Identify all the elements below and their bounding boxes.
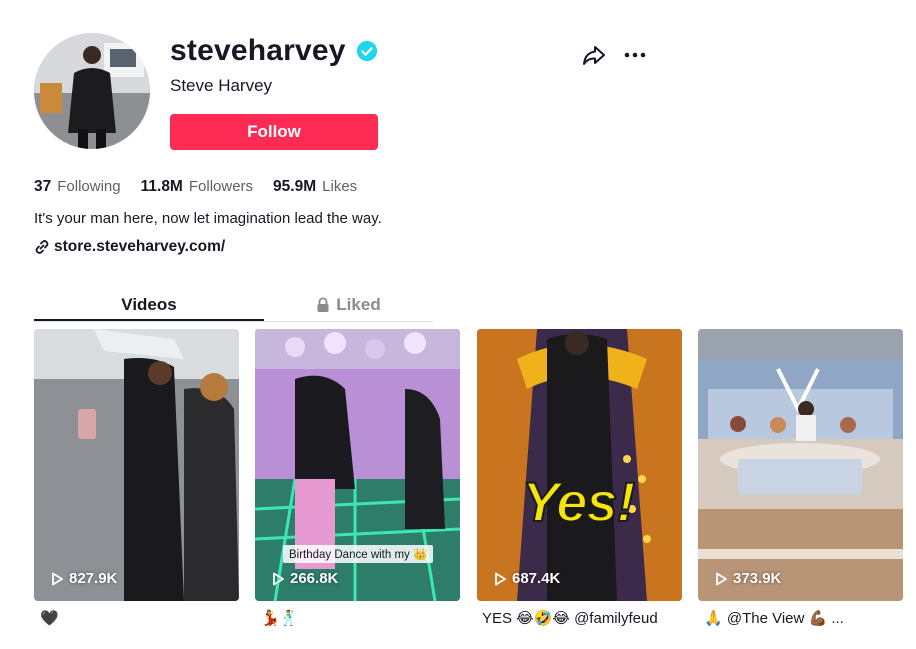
video-views: 827.9K [50, 570, 117, 587]
tab-videos-label: Videos [121, 294, 177, 314]
followers-label: Followers [188, 178, 254, 195]
video-caption[interactable]: 🙏 @The View 💪🏾 ... [704, 609, 844, 627]
share-icon[interactable] [581, 42, 607, 68]
stat-likes: 95.9M Likes [273, 178, 357, 196]
stat-following[interactable]: 37 Following [34, 178, 121, 196]
following-count: 37 [34, 178, 52, 195]
active-tab-indicator [34, 319, 264, 321]
video-views-count: 266.8K [290, 570, 339, 587]
video-views-count: 373.9K [733, 570, 782, 587]
video-caption[interactable]: 💃🕺 [261, 609, 298, 627]
verified-icon [356, 40, 377, 62]
stat-followers[interactable]: 11.8M Followers [141, 178, 253, 196]
likes-count: 95.9M [273, 178, 317, 195]
video-caption[interactable]: 🖤 [40, 609, 59, 627]
play-icon [716, 572, 727, 585]
link-icon [35, 240, 49, 254]
likes-label: Likes [322, 178, 358, 195]
video-caption[interactable]: YES 😂🤣😂 @familyfeud [482, 609, 658, 627]
video-card[interactable]: Birthday Dance with my 👑 266.8K [255, 329, 460, 601]
follow-button[interactable]: Follow [170, 114, 378, 150]
play-icon [273, 572, 284, 585]
video-card[interactable]: Yes! 687.4K [477, 329, 682, 601]
video-overlay-text: Birthday Dance with my 👑 [283, 545, 434, 563]
video-thumbnail [477, 329, 682, 601]
video-views-count: 827.9K [69, 570, 118, 587]
tab-liked[interactable]: Liked [264, 288, 433, 321]
followers-count: 11.8M [140, 178, 183, 195]
video-thumbnail [34, 329, 239, 601]
video-views: 266.8K [271, 570, 338, 587]
play-icon [52, 572, 63, 585]
profile-tabs: Videos Liked [34, 288, 433, 322]
profile-stats: 37 Following 11.8M Followers 95.9M Likes [34, 178, 357, 196]
profile-username: steveharvey [170, 34, 346, 67]
profile-bio: It's your man here, now let imagination … [34, 210, 382, 227]
video-thumbnail [698, 329, 903, 601]
tab-liked-label: Liked [336, 294, 381, 314]
video-views-count: 687.4K [512, 570, 561, 587]
video-views: 373.9K [714, 570, 781, 587]
profile-link-text: store.steveharvey.com/ [54, 238, 226, 255]
following-label: Following [57, 178, 121, 195]
avatar[interactable] [34, 33, 150, 149]
more-icon[interactable] [622, 42, 648, 68]
video-card[interactable]: 373.9K [698, 329, 903, 601]
profile-nickname: Steve Harvey [170, 76, 273, 95]
tab-videos[interactable]: Videos [34, 288, 264, 321]
lock-icon [317, 297, 329, 312]
play-icon [495, 572, 506, 585]
video-overlay-text: Yes! [521, 469, 636, 534]
profile-link[interactable]: store.steveharvey.com/ [34, 238, 225, 256]
video-card[interactable]: 827.9K [34, 329, 239, 601]
video-views: 687.4K [493, 570, 560, 587]
